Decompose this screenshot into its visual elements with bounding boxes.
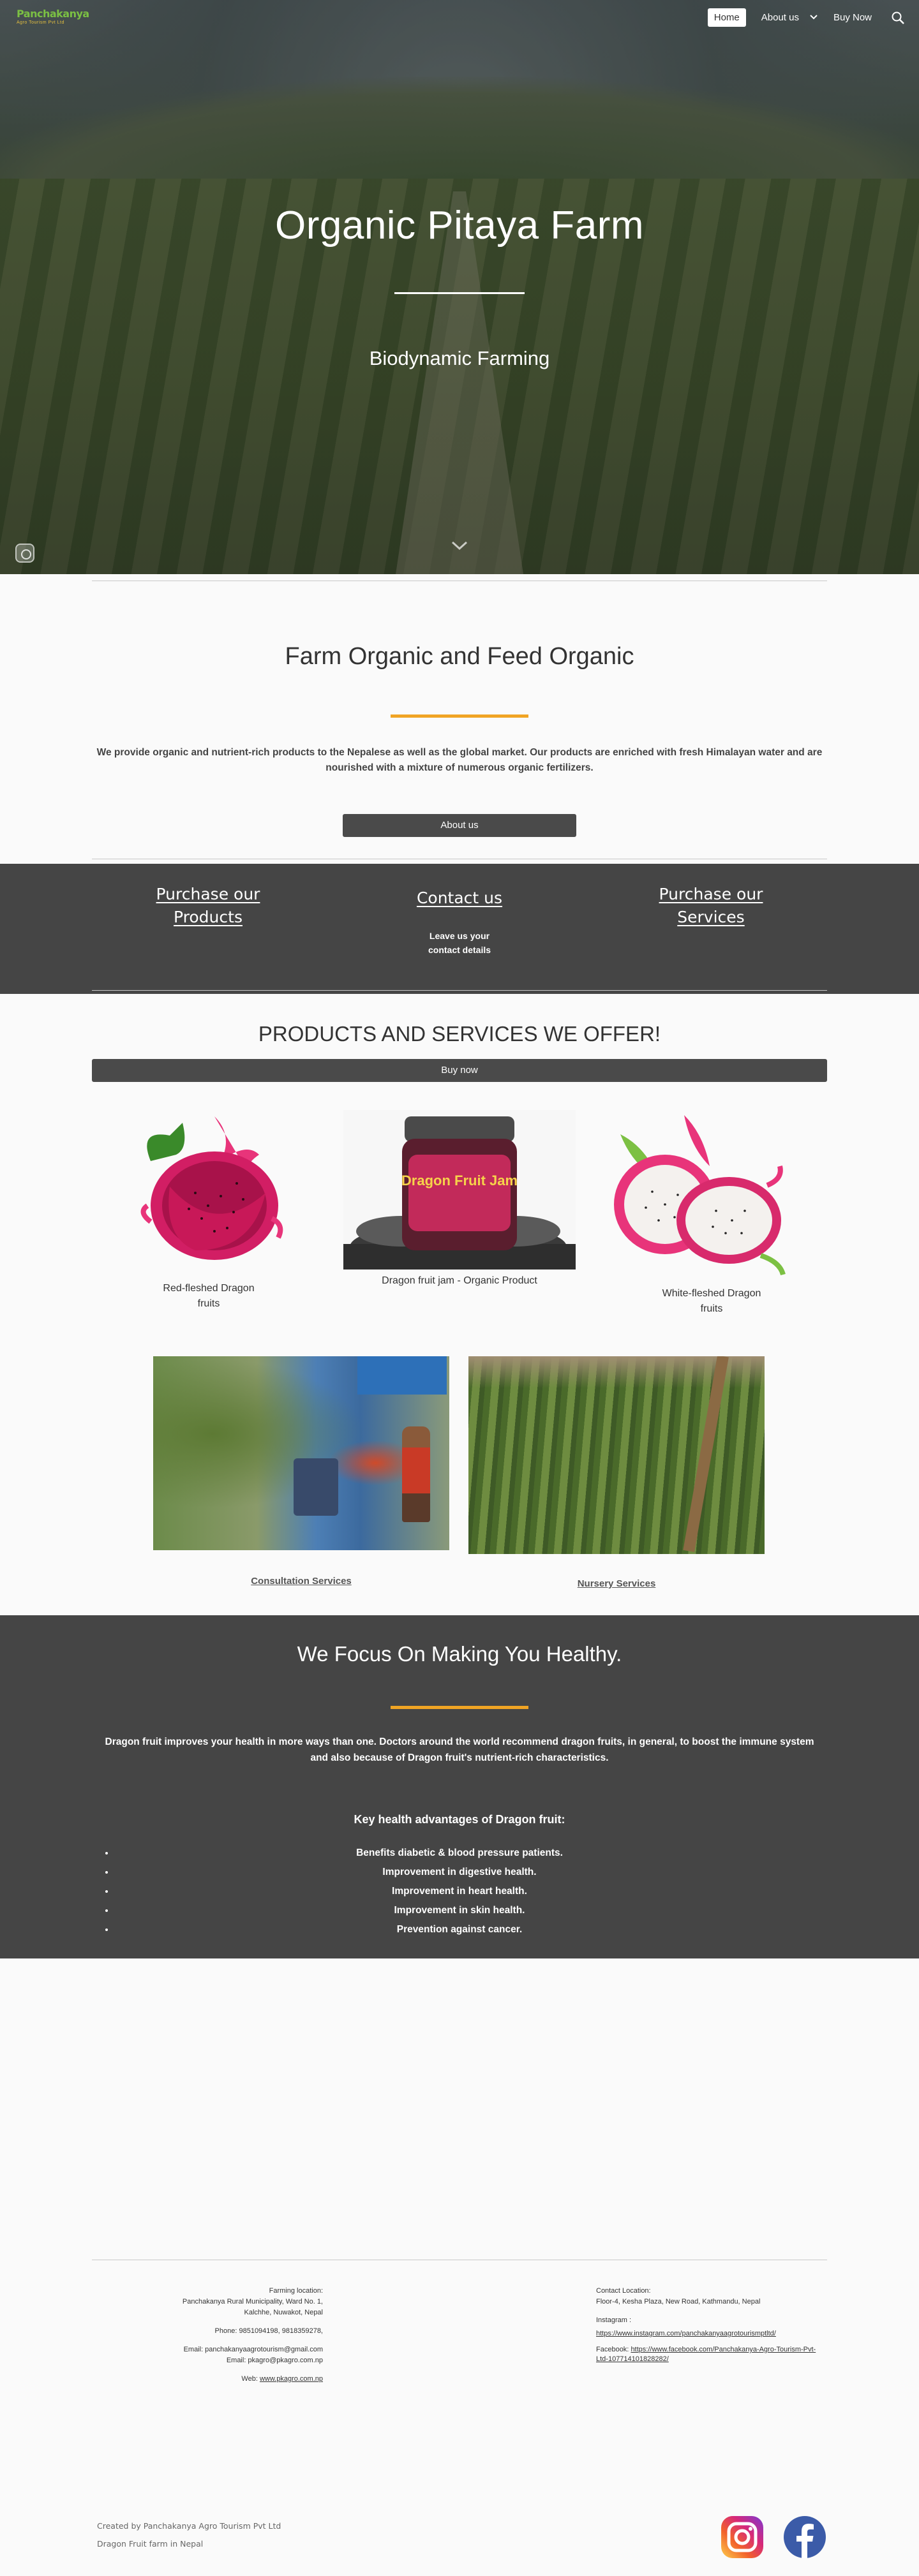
product-caption-white-line2: fruits xyxy=(700,1303,723,1314)
hero-title: Organic Pitaya Farm xyxy=(274,204,644,248)
contact-us-link[interactable]: Contact us xyxy=(364,887,555,910)
footer-credit: Created by Panchakanya Agro Tourism Pvt … xyxy=(97,2521,281,2531)
nursery-services-link[interactable]: Nursery Services xyxy=(468,1578,765,1589)
about-us-button[interactable]: About us xyxy=(343,814,576,837)
list-item: Prevention against cancer. xyxy=(115,1920,804,1939)
intro-title: Farm Organic and Feed Organic xyxy=(285,643,634,670)
jam-label: Dragon Fruit Jam xyxy=(401,1173,518,1188)
product-caption-red-line2: fruits xyxy=(197,1298,220,1309)
logo-name: Panchakanya xyxy=(17,8,89,20)
hero-banner xyxy=(0,0,919,574)
instagram-label: Instagram : xyxy=(596,2316,632,2324)
contact-location-label: Contact Location: xyxy=(596,2287,651,2295)
photo-roof xyxy=(357,1356,447,1395)
white-dragon-fruit-image xyxy=(614,1115,786,1276)
footer-tagline: Dragon Fruit farm in Nepal xyxy=(97,2539,204,2549)
instagram-icon[interactable] xyxy=(720,2515,765,2559)
product-caption-red-line1: Red-fleshed Dragon xyxy=(163,1283,255,1294)
nav-home[interactable]: Home xyxy=(707,8,746,27)
facebook-icon[interactable] xyxy=(782,2515,827,2559)
consultation-services-link[interactable]: Consultation Services xyxy=(153,1576,449,1587)
farm-web: Web: www.pkagro.com.np xyxy=(128,2374,323,2384)
contact-location-block: Contact Location: Floor-4, Kesha Plaza, … xyxy=(596,2286,826,2365)
buy-now-button[interactable]: Buy now xyxy=(92,1059,827,1082)
purchase-products-link[interactable]: Purchase our Products xyxy=(112,883,304,929)
farm-web-label: Web: xyxy=(241,2375,258,2383)
farm-email-2: Email: pkagro@pkagro.com.np xyxy=(226,2357,323,2364)
facebook-link[interactable]: https://www.facebook.com/Panchakanya-Agr… xyxy=(596,2346,816,2363)
list-item: Benefits diabetic & blood pressure patie… xyxy=(115,1844,804,1863)
contact-note-line1: Leave us your xyxy=(429,931,490,941)
scroll-down-icon[interactable] xyxy=(451,540,468,552)
contact-note: Leave us your contact details xyxy=(364,929,555,957)
nav-about[interactable]: About us xyxy=(755,8,805,27)
farm-phone: Phone: 9851094198, 9818359278, xyxy=(214,2327,323,2335)
farm-location-label: Farming location: xyxy=(269,2287,323,2295)
hero-overlay xyxy=(0,0,919,574)
farm-address-line1: Panchakanya Rural Municipality, Ward No.… xyxy=(182,2298,323,2306)
farm-email-1: Email: panchakanyaagrotourism@gmail.com xyxy=(183,2346,323,2353)
farm-address-line2: Kalchhe, Nuwakot, Nepal xyxy=(244,2309,323,2316)
intro-text: We provide organic and nutrient-rich pro… xyxy=(96,747,823,773)
list-item: Improvement in heart health. xyxy=(115,1882,804,1901)
list-item: Improvement in skin health. xyxy=(115,1901,804,1920)
dragon-fruit-jam-image: Dragon Fruit Jam xyxy=(343,1110,576,1269)
hero-subtitle: Biodynamic Farming xyxy=(369,347,550,369)
consultation-services-image xyxy=(153,1356,449,1550)
health-benefits-list: Benefits diabetic & blood pressure patie… xyxy=(115,1844,804,1939)
top-navigation: Panchakanya Agro Tourism Pvt Ltd Home Ab… xyxy=(0,0,919,36)
health-text: Dragon fruit improves your health in mor… xyxy=(105,1736,814,1763)
section-divider xyxy=(92,990,827,991)
camera-icon[interactable] xyxy=(15,544,34,563)
logo-tagline: Agro Tourism Pvt Ltd xyxy=(17,20,64,25)
purchase-products-line1: Purchase our xyxy=(156,885,260,903)
health-accent-rule xyxy=(391,1706,528,1709)
red-dragon-fruit-image xyxy=(140,1116,283,1260)
contact-note-line2: contact details xyxy=(428,945,491,955)
list-item: Improvement in digestive health. xyxy=(115,1863,804,1882)
photo-person xyxy=(402,1426,430,1522)
purchase-services-line1: Purchase our xyxy=(659,885,763,903)
products-title: PRODUCTS AND SERVICES WE OFFER! xyxy=(258,1022,661,1046)
product-caption-red: Red-fleshed Dragon fruits xyxy=(125,1281,292,1312)
hero-divider xyxy=(394,292,525,294)
page: Panchakanya Agro Tourism Pvt Ltd Home Ab… xyxy=(0,0,919,2576)
photo-barrel xyxy=(294,1458,338,1516)
nav-buy-now[interactable]: Buy Now xyxy=(827,8,878,27)
product-caption-white: White-fleshed Dragon fruits xyxy=(638,1286,785,1317)
facebook-row: Facebook: https://www.facebook.com/Panch… xyxy=(596,2345,826,2364)
product-caption-white-line1: White-fleshed Dragon xyxy=(662,1288,761,1299)
health-title: We Focus On Making You Healthy. xyxy=(297,1642,622,1666)
farm-web-link[interactable]: www.pkagro.com.np xyxy=(260,2375,323,2383)
nav-menu: Home About us Buy Now xyxy=(699,8,906,27)
health-subtitle: Key health advantages of Dragon fruit: xyxy=(354,1813,565,1826)
farm-location-block: Farming location: Panchakanya Rural Muni… xyxy=(128,2286,323,2385)
instagram-link[interactable]: https://www.instagram.com/panchakanyaagr… xyxy=(596,2330,776,2337)
product-caption-jam: Dragon fruit jam - Organic Product xyxy=(382,1275,537,1286)
nursery-services-image xyxy=(468,1356,765,1554)
purchase-products-line2: Products xyxy=(174,908,243,926)
site-logo[interactable]: Panchakanya Agro Tourism Pvt Ltd xyxy=(17,8,93,29)
purchase-services-line2: Services xyxy=(677,908,745,926)
purchase-services-link[interactable]: Purchase our Services xyxy=(615,883,807,929)
intro-accent-rule xyxy=(391,714,528,718)
search-icon[interactable] xyxy=(890,10,906,26)
contact-address: Floor-4, Kesha Plaza, New Road, Kathmand… xyxy=(596,2298,761,2306)
facebook-label: Facebook: xyxy=(596,2346,629,2353)
chevron-down-icon[interactable] xyxy=(809,13,818,22)
